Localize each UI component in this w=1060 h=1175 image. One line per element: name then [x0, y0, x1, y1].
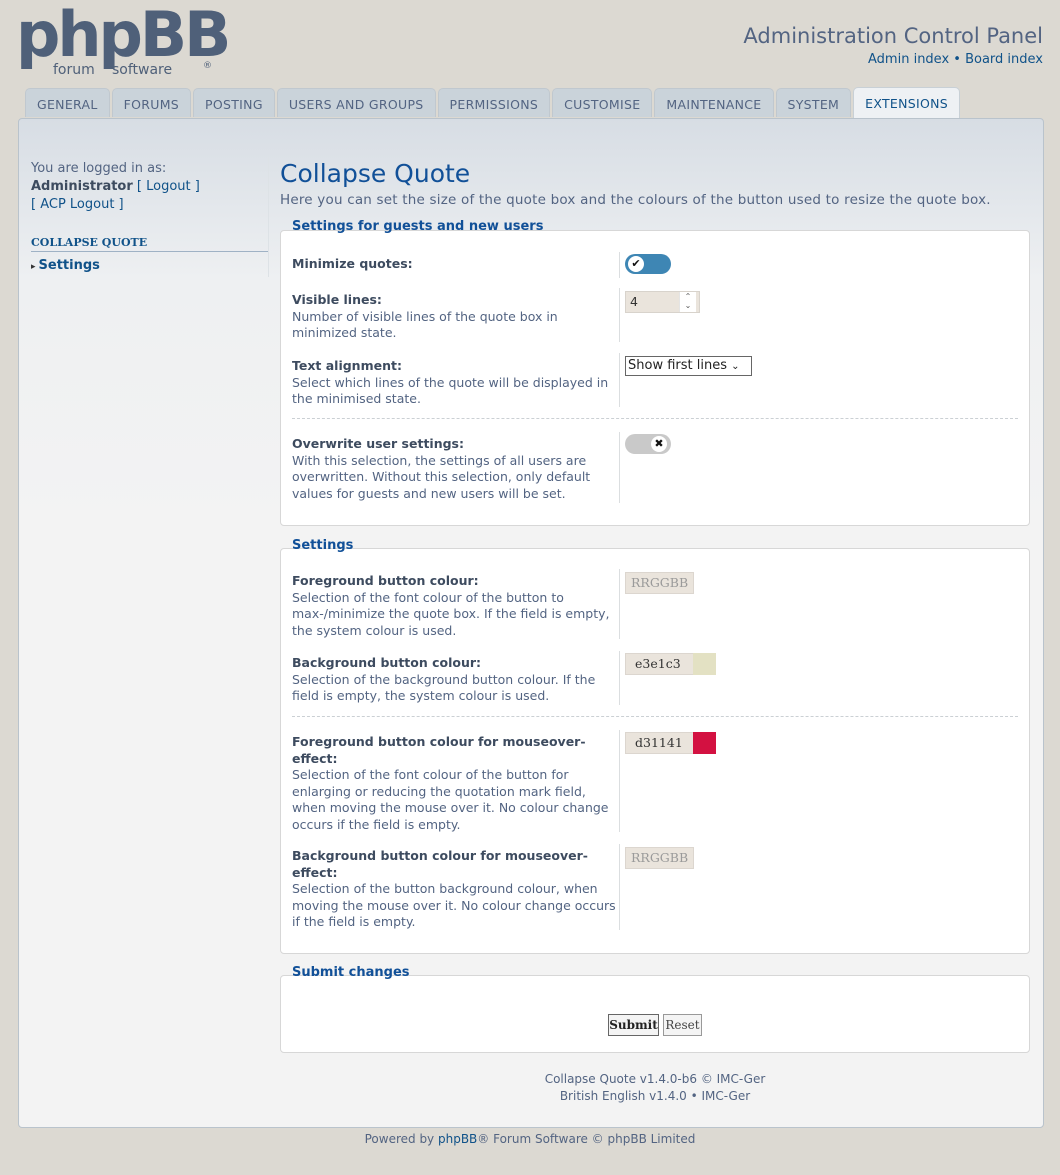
text-alignment-description: Select which lines of the quote will be …	[292, 374, 609, 407]
acp-title: Administration Control Panel	[743, 24, 1043, 48]
bg-colour-label-block: Background button colour: Selection of t…	[292, 655, 618, 705]
overwrite-user-settings-label: Overwrite user settings:	[292, 436, 464, 451]
visible-lines-label: Visible lines:	[292, 292, 382, 307]
legend-submit: Submit changes	[292, 965, 410, 980]
overwrite-label-block: Overwrite user settings: With this selec…	[292, 436, 618, 502]
bg-colour-swatch[interactable]	[693, 653, 716, 675]
sidebar: You are logged in as: Administrator [ Lo…	[31, 160, 268, 214]
overwrite-user-settings-description: With this selection, the settings of all…	[292, 452, 591, 501]
fg-colour-input[interactable]: RRGGBB	[625, 572, 694, 594]
tab-extensions[interactable]: EXTENSIONS	[853, 87, 960, 118]
row-divider	[619, 252, 620, 278]
tab-permissions[interactable]: PERMISSIONS	[437, 88, 551, 117]
section-separator	[292, 716, 1018, 717]
logo-wordmark: phpBB	[16, 0, 231, 71]
row-divider	[619, 730, 620, 832]
tab-system[interactable]: SYSTEM	[775, 88, 852, 117]
row-divider	[619, 288, 620, 342]
logo-registered-mark: ®	[203, 61, 212, 71]
bg-hover-colour-description: Selection of the button background colou…	[292, 881, 616, 929]
visible-lines-label-block: Visible lines: Number of visible lines o…	[292, 292, 618, 342]
fg-hover-colour-swatch[interactable]	[693, 732, 716, 754]
bg-hover-colour-label-block: Background button colour for mouseover-e…	[292, 848, 618, 931]
bg-colour-description: Selection of the background button colou…	[292, 671, 596, 704]
visible-lines-input[interactable]: 4 ⌃ ⌄	[625, 291, 700, 313]
admin-index-link[interactable]: Admin index	[868, 52, 949, 67]
page-title: Collapse Quote	[280, 159, 471, 188]
language-version: British English v1.4.0 • IMC-Ger	[559, 1089, 751, 1103]
phpbb-link[interactable]: phpBB	[438, 1132, 477, 1146]
powered-by-prefix: Powered by	[364, 1132, 438, 1146]
username: Administrator	[31, 179, 133, 194]
login-info: You are logged in as: Administrator [ Lo…	[31, 160, 268, 214]
extension-version: Collapse Quote v1.4.0-b6 © IMC-Ger	[544, 1072, 766, 1086]
close-icon: ✖	[651, 436, 667, 452]
reset-button[interactable]: Reset	[663, 1014, 702, 1036]
sidebar-menu-heading: COLLAPSE QUOTE	[31, 236, 268, 252]
fg-colour-label: Foreground button colour:	[292, 573, 479, 588]
text-alignment-label: Text alignment:	[292, 358, 402, 373]
check-icon: ✔	[628, 256, 644, 272]
sidebar-item-label: Settings	[38, 258, 100, 273]
bg-colour-input[interactable]: e3e1c3	[625, 653, 694, 675]
tab-general[interactable]: GENERAL	[25, 88, 110, 117]
spinner-down-icon[interactable]: ⌄	[685, 301, 692, 310]
logged-in-as-label: You are logged in as:	[31, 161, 167, 176]
submit-button[interactable]: Submit	[608, 1014, 659, 1036]
fg-hover-colour-description: Selection of the font colour of the butt…	[292, 767, 609, 832]
acp-logout-link[interactable]: [ ACP Logout ]	[31, 197, 124, 212]
fg-hover-colour-label: Foreground button colour for mouseover-e…	[292, 734, 586, 766]
logo-forum-text: forum	[53, 62, 95, 78]
header-link-separator: •	[949, 52, 966, 67]
row-divider	[619, 844, 620, 930]
logo-software-text: software	[112, 62, 173, 78]
legend-settings: Settings	[292, 538, 354, 553]
bg-hover-colour-label: Background button colour for mouseover-e…	[292, 848, 588, 880]
minimize-quotes-label: Minimize quotes:	[292, 256, 413, 271]
text-alignment-label-block: Text alignment: Select which lines of th…	[292, 358, 618, 408]
copyright: Powered by phpBB® Forum Software © phpBB…	[0, 1132, 1060, 1146]
minimize-quotes-label-block: Minimize quotes:	[292, 256, 618, 273]
tab-maintenance[interactable]: MAINTENANCE	[654, 88, 774, 117]
tab-posting[interactable]: POSTING	[193, 88, 275, 117]
visible-lines-value: 4	[630, 294, 638, 309]
tab-customise[interactable]: CUSTOMISE	[552, 88, 653, 117]
fg-colour-label-block: Foreground button colour: Selection of t…	[292, 573, 618, 639]
logout-link[interactable]: [ Logout ]	[137, 179, 200, 194]
page-description: Here you can set the size of the quote b…	[280, 192, 991, 208]
fg-hover-colour-input[interactable]: d31141	[625, 732, 694, 754]
row-divider	[619, 353, 620, 407]
visible-lines-description: Number of visible lines of the quote box…	[292, 308, 558, 341]
minimize-quotes-toggle[interactable]: ✔	[625, 254, 671, 274]
bg-hover-colour-input[interactable]: RRGGBB	[625, 847, 694, 869]
main-tabs: GENERAL FORUMS POSTING USERS AND GROUPS …	[25, 87, 962, 118]
tab-users-and-groups[interactable]: USERS AND GROUPS	[276, 88, 436, 117]
sidebar-divider	[268, 157, 269, 277]
fg-colour-description: Selection of the font colour of the butt…	[292, 589, 610, 638]
row-divider	[619, 432, 620, 503]
chevron-right-icon: ▸	[31, 262, 36, 272]
section-separator	[292, 418, 1018, 419]
text-alignment-selected: Show first lines	[628, 358, 727, 373]
row-divider	[619, 569, 620, 639]
extension-footer: Collapse Quote v1.4.0-b6 © IMC-Ger Briti…	[280, 1071, 1030, 1105]
spinner-up-icon[interactable]: ⌃	[685, 292, 692, 301]
row-divider	[619, 651, 620, 705]
legend-guests: Settings for guests and new users	[292, 219, 544, 234]
text-alignment-select[interactable]: Show first lines ⌄	[625, 356, 752, 376]
tab-forums[interactable]: FORUMS	[111, 88, 192, 117]
bg-colour-label: Background button colour:	[292, 655, 482, 670]
phpbb-logo[interactable]: phpBB forum software ®	[16, 0, 231, 84]
fg-hover-colour-label-block: Foreground button colour for mouseover-e…	[292, 734, 618, 833]
sidebar-item-settings[interactable]: ▸ Settings	[31, 258, 100, 273]
powered-by-suffix: ® Forum Software © phpBB Limited	[477, 1132, 696, 1146]
overwrite-user-settings-toggle[interactable]: ✖	[625, 434, 671, 454]
board-index-link[interactable]: Board index	[965, 52, 1043, 67]
header-links: Admin index • Board index	[868, 52, 1043, 67]
chevron-down-icon: ⌄	[731, 361, 740, 372]
number-spinner[interactable]: ⌃ ⌄	[679, 292, 696, 312]
